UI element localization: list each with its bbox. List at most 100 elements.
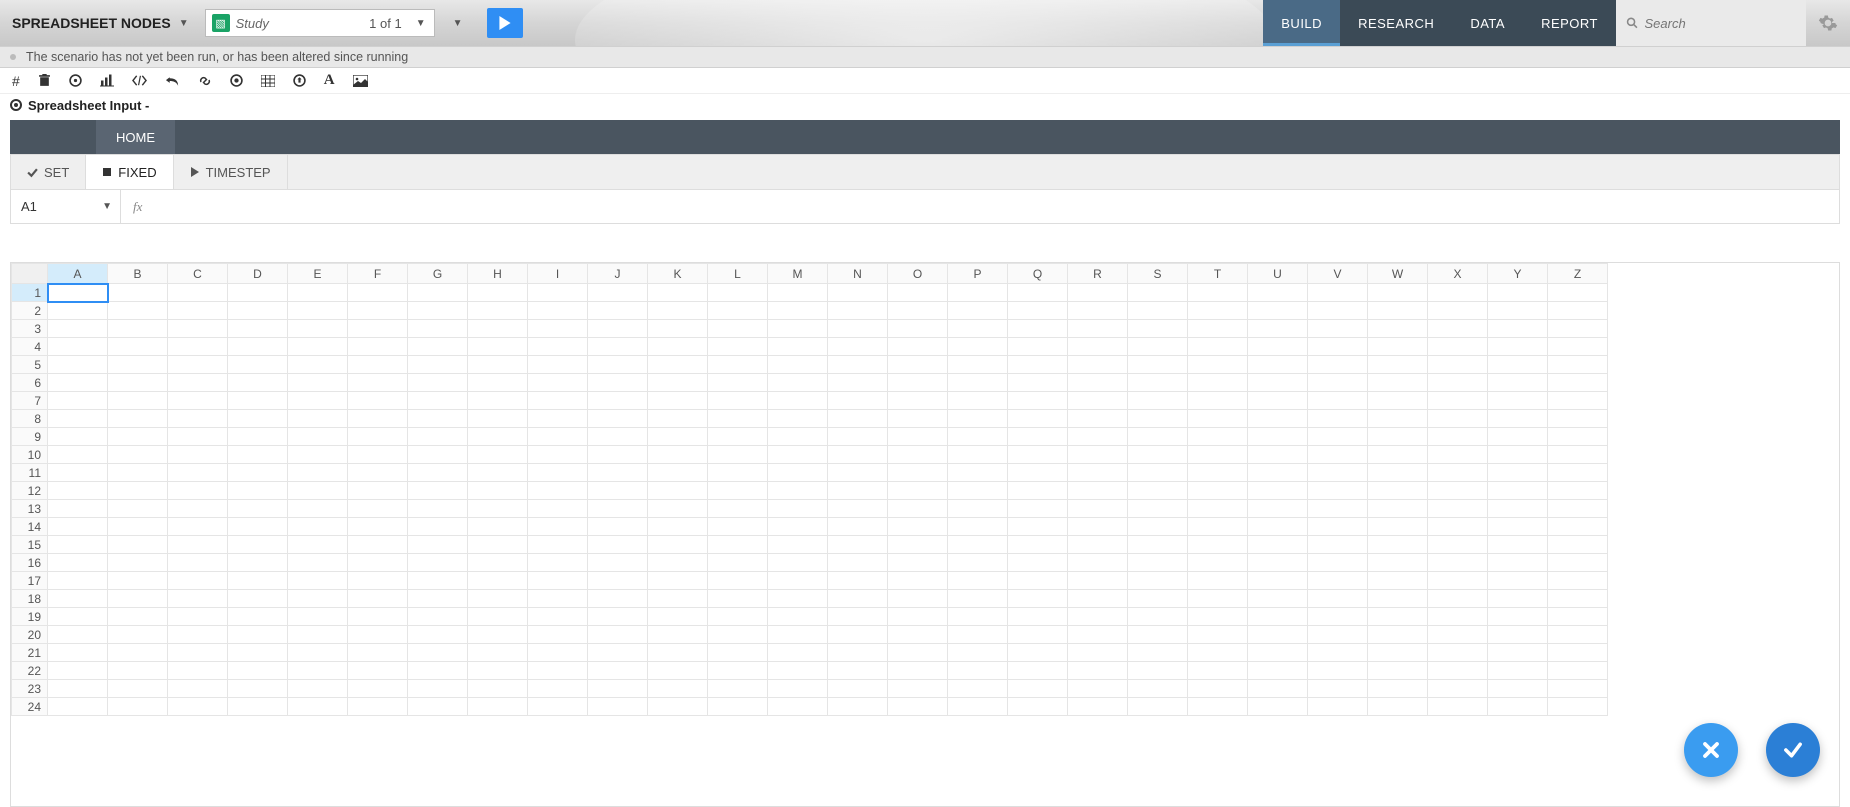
cell-S9[interactable]	[1128, 428, 1188, 446]
cell-F20[interactable]	[348, 626, 408, 644]
cell-T16[interactable]	[1188, 554, 1248, 572]
cell-K19[interactable]	[648, 608, 708, 626]
cell-S13[interactable]	[1128, 500, 1188, 518]
code-icon[interactable]	[132, 75, 147, 86]
row-header-13[interactable]: 13	[12, 500, 48, 518]
cell-P7[interactable]	[948, 392, 1008, 410]
cell-D7[interactable]	[228, 392, 288, 410]
cell-L17[interactable]	[708, 572, 768, 590]
cell-F13[interactable]	[348, 500, 408, 518]
cell-C18[interactable]	[168, 590, 228, 608]
cell-K12[interactable]	[648, 482, 708, 500]
cell-V14[interactable]	[1308, 518, 1368, 536]
cell-W13[interactable]	[1368, 500, 1428, 518]
cell-N24[interactable]	[828, 698, 888, 716]
cell-F9[interactable]	[348, 428, 408, 446]
cell-B9[interactable]	[108, 428, 168, 446]
cell-Y15[interactable]	[1488, 536, 1548, 554]
cell-R7[interactable]	[1068, 392, 1128, 410]
cell-L2[interactable]	[708, 302, 768, 320]
cell-A11[interactable]	[48, 464, 108, 482]
cell-X4[interactable]	[1428, 338, 1488, 356]
cell-H16[interactable]	[468, 554, 528, 572]
cell-M6[interactable]	[768, 374, 828, 392]
cell-K8[interactable]	[648, 410, 708, 428]
cell-D23[interactable]	[228, 680, 288, 698]
cell-K5[interactable]	[648, 356, 708, 374]
cell-X24[interactable]	[1428, 698, 1488, 716]
col-header-Q[interactable]: Q	[1008, 264, 1068, 284]
cell-I15[interactable]	[528, 536, 588, 554]
cell-B13[interactable]	[108, 500, 168, 518]
cell-Z22[interactable]	[1548, 662, 1608, 680]
cell-A12[interactable]	[48, 482, 108, 500]
cell-C11[interactable]	[168, 464, 228, 482]
cell-U1[interactable]	[1248, 284, 1308, 302]
cell-R4[interactable]	[1068, 338, 1128, 356]
cell-X6[interactable]	[1428, 374, 1488, 392]
cell-I22[interactable]	[528, 662, 588, 680]
cell-F7[interactable]	[348, 392, 408, 410]
cell-U7[interactable]	[1248, 392, 1308, 410]
cell-T21[interactable]	[1188, 644, 1248, 662]
cell-U12[interactable]	[1248, 482, 1308, 500]
cell-P8[interactable]	[948, 410, 1008, 428]
cell-W17[interactable]	[1368, 572, 1428, 590]
cell-G11[interactable]	[408, 464, 468, 482]
cell-O11[interactable]	[888, 464, 948, 482]
cell-S19[interactable]	[1128, 608, 1188, 626]
cell-S12[interactable]	[1128, 482, 1188, 500]
col-header-D[interactable]: D	[228, 264, 288, 284]
cell-V21[interactable]	[1308, 644, 1368, 662]
cell-C20[interactable]	[168, 626, 228, 644]
cell-L14[interactable]	[708, 518, 768, 536]
cell-B6[interactable]	[108, 374, 168, 392]
cell-J23[interactable]	[588, 680, 648, 698]
cell-N21[interactable]	[828, 644, 888, 662]
cell-K14[interactable]	[648, 518, 708, 536]
cell-I17[interactable]	[528, 572, 588, 590]
cell-K4[interactable]	[648, 338, 708, 356]
cell-W2[interactable]	[1368, 302, 1428, 320]
study-dropdown-icon[interactable]: ▼	[408, 18, 434, 29]
cell-U16[interactable]	[1248, 554, 1308, 572]
cell-J17[interactable]	[588, 572, 648, 590]
cell-I12[interactable]	[528, 482, 588, 500]
cell-J8[interactable]	[588, 410, 648, 428]
row-header-2[interactable]: 2	[12, 302, 48, 320]
cell-Q24[interactable]	[1008, 698, 1068, 716]
cell-U11[interactable]	[1248, 464, 1308, 482]
cell-V11[interactable]	[1308, 464, 1368, 482]
cell-I9[interactable]	[528, 428, 588, 446]
cell-O10[interactable]	[888, 446, 948, 464]
mode-tab-set[interactable]: SET	[11, 155, 86, 189]
cell-U22[interactable]	[1248, 662, 1308, 680]
col-header-L[interactable]: L	[708, 264, 768, 284]
cell-O5[interactable]	[888, 356, 948, 374]
row-header-19[interactable]: 19	[12, 608, 48, 626]
cell-H22[interactable]	[468, 662, 528, 680]
cell-O6[interactable]	[888, 374, 948, 392]
cell-F4[interactable]	[348, 338, 408, 356]
cell-O8[interactable]	[888, 410, 948, 428]
cell-S10[interactable]	[1128, 446, 1188, 464]
cell-B24[interactable]	[108, 698, 168, 716]
cell-D18[interactable]	[228, 590, 288, 608]
search-input[interactable]	[1644, 16, 1796, 31]
cell-O1[interactable]	[888, 284, 948, 302]
cell-A7[interactable]	[48, 392, 108, 410]
cell-M11[interactable]	[768, 464, 828, 482]
cell-O22[interactable]	[888, 662, 948, 680]
cell-P18[interactable]	[948, 590, 1008, 608]
col-header-J[interactable]: J	[588, 264, 648, 284]
cell-T9[interactable]	[1188, 428, 1248, 446]
cell-reference-box[interactable]: A1 ▼	[11, 190, 121, 223]
cell-P24[interactable]	[948, 698, 1008, 716]
cell-J18[interactable]	[588, 590, 648, 608]
cell-J22[interactable]	[588, 662, 648, 680]
cell-H12[interactable]	[468, 482, 528, 500]
cell-B16[interactable]	[108, 554, 168, 572]
cell-A1[interactable]	[48, 284, 108, 302]
cell-T5[interactable]	[1188, 356, 1248, 374]
cell-E1[interactable]	[288, 284, 348, 302]
